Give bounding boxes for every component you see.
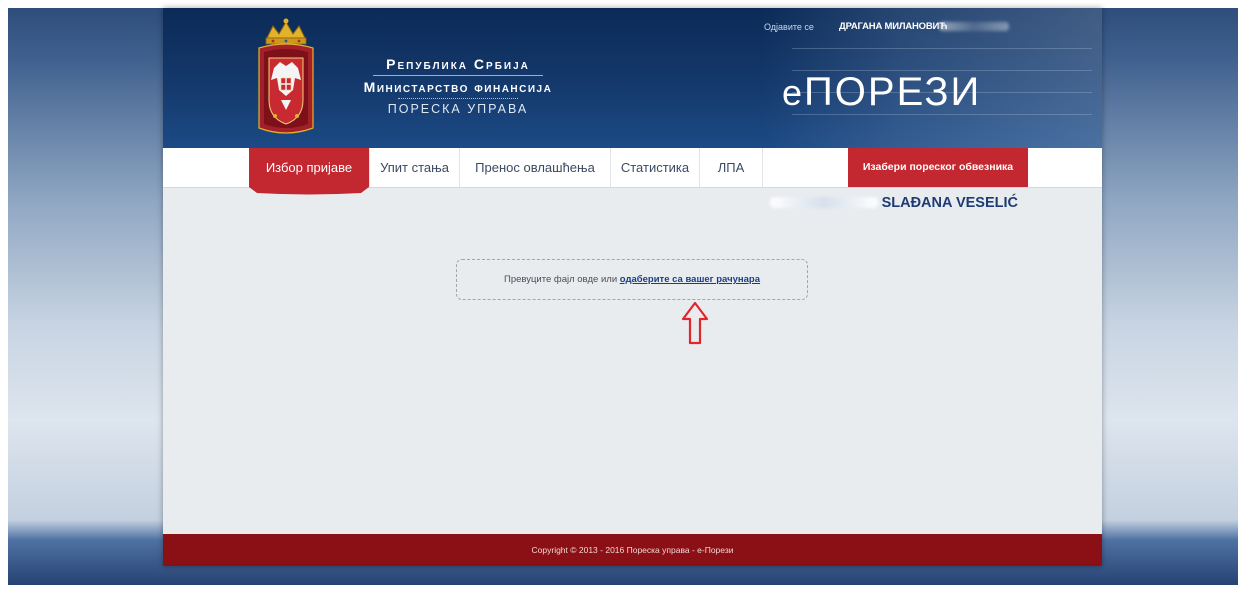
org-separator: [373, 75, 543, 76]
window-frame-right: [1238, 0, 1246, 589]
brand-name: ПОРЕЗИ: [804, 70, 982, 114]
taxpayer-name: SLAĐANA VESELIĆ: [881, 194, 1018, 211]
main-navigation: Избор пријаве Упит стања Пренос овлашћењ…: [163, 148, 1102, 188]
brand-prefix: е: [782, 72, 805, 113]
window-frame-bottom: [0, 585, 1246, 589]
nav-tab-select-return[interactable]: Избор пријаве: [249, 148, 370, 187]
up-arrow-outline-icon: [681, 301, 709, 345]
site-header: Република Србија Министарство финансија …: [163, 8, 1102, 148]
window-frame-left: [0, 0, 8, 589]
drop-zone-text: Превуците фајл овде или: [503, 274, 618, 285]
logout-link[interactable]: Одјавите се: [764, 22, 814, 32]
redacted-username-detail: [939, 22, 1009, 31]
select-taxpayer-button[interactable]: Изабери пореског обвезника: [848, 148, 1028, 187]
selected-taxpayer: SLAĐANA VESELIĆ: [768, 194, 1018, 214]
page-container: Република Србија Министарство финансија …: [163, 8, 1102, 566]
serbia-coat-of-arms-icon: [258, 18, 314, 134]
nav-tab-balance-inquiry[interactable]: Упит стања: [370, 148, 460, 187]
nav-tab-lpa[interactable]: ЛПА: [700, 148, 763, 187]
file-drop-zone[interactable]: Превуците фајл овде или одаберите са ваш…: [456, 259, 808, 300]
active-tab-indicator: [249, 187, 369, 195]
org-line-tax-administration: ПОРЕСКА УПРАВА: [387, 102, 529, 116]
org-dotted-separator: [398, 98, 518, 99]
window-frame-top: [0, 0, 1246, 8]
copyright-text: Copyright © 2013 - 2016 Пореска управа -…: [531, 545, 734, 555]
eporezi-logo: еПОРЕЗИ: [782, 70, 981, 115]
nav-tab-authorization-transfer[interactable]: Пренос овлашћења: [460, 148, 611, 187]
nav-tab-statistics[interactable]: Статистика: [611, 148, 700, 187]
redacted-taxpayer-id: [769, 197, 878, 209]
choose-file-link[interactable]: одаберите са вашег рачунара: [620, 274, 760, 285]
org-line-republic: Република Србија: [386, 56, 530, 72]
logged-in-username: ДРАГАНА МИЛАНОВИЋ: [839, 21, 948, 32]
organization-title: Република Србија Министарство финансија …: [338, 56, 578, 116]
site-footer: Copyright © 2013 - 2016 Пореска управа -…: [163, 534, 1102, 566]
org-line-ministry: Министарство финансија: [363, 79, 553, 95]
